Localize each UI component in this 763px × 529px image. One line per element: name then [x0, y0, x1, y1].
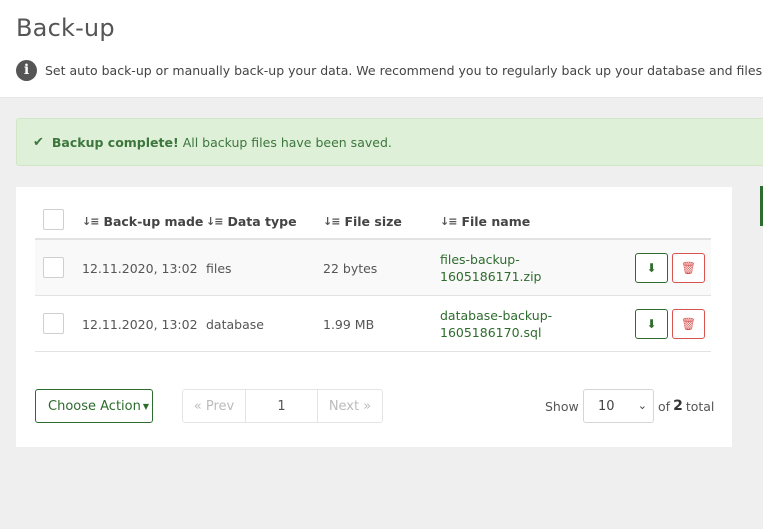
- column-file-name[interactable]: ↓≡ File name: [440, 203, 530, 240]
- info-icon: i: [16, 59, 37, 81]
- cell-file-name: database-backup-1605186170.sql: [440, 296, 570, 352]
- cell-data-type: files: [206, 260, 232, 276]
- alert-message: All backup files have been saved.: [182, 134, 392, 150]
- row-checkbox[interactable]: [43, 257, 64, 278]
- select-all-checkbox[interactable]: [43, 209, 64, 230]
- total-count: of 2 total: [658, 389, 714, 423]
- page-title: Back-up: [16, 14, 115, 42]
- column-backup-made[interactable]: ↓≡ Back-up made: [82, 203, 203, 240]
- table-header: ↓≡ Back-up made ↓≡ Data type ↓≡ File siz…: [35, 203, 711, 240]
- sort-icon: ↓≡: [440, 215, 457, 228]
- cell-backup-made: 12.11.2020, 13:02: [82, 260, 198, 276]
- caret-down-icon: ▼: [142, 401, 149, 411]
- choose-action-button[interactable]: Choose Action ▼: [35, 389, 153, 423]
- download-button[interactable]: ⬇: [635, 253, 668, 283]
- cell-data-type: database: [206, 316, 264, 332]
- total-suffix: total: [685, 398, 715, 414]
- page-header: Back-up i Set auto back-up or manually b…: [0, 0, 763, 98]
- table-row: 12.11.2020, 13:02 database 1.99 MB datab…: [35, 296, 711, 352]
- alert-title: Backup complete!: [51, 134, 179, 150]
- per-page-value: 10: [598, 398, 615, 414]
- next-page-button[interactable]: Next »: [318, 390, 382, 422]
- column-label: File size: [344, 214, 402, 229]
- delete-button[interactable]: 🗑: [672, 253, 705, 283]
- pagination: « Prev 1 Next »: [182, 389, 383, 423]
- per-page-select[interactable]: 10 ⌄: [583, 389, 654, 423]
- cell-backup-made: 12.11.2020, 13:02: [82, 316, 198, 332]
- total-prefix: of: [658, 398, 671, 414]
- cell-file-size: 22 bytes: [323, 260, 378, 276]
- choose-action-label: Choose Action: [48, 398, 141, 414]
- backup-table: ↓≡ Back-up made ↓≡ Data type ↓≡ File siz…: [35, 203, 711, 352]
- column-data-type[interactable]: ↓≡ Data type: [206, 203, 297, 240]
- column-file-size[interactable]: ↓≡ File size: [323, 203, 402, 240]
- column-label: File name: [461, 214, 531, 229]
- sort-icon: ↓≡: [82, 215, 99, 228]
- total-number: 2: [673, 398, 683, 414]
- page-number-input[interactable]: 1: [246, 390, 318, 422]
- download-button[interactable]: ⬇: [635, 309, 668, 339]
- info-banner: i Set auto back-up or manually back-up y…: [16, 58, 763, 82]
- sort-icon: ↓≡: [323, 215, 340, 228]
- row-checkbox[interactable]: [43, 313, 64, 334]
- sort-icon: ↓≡: [206, 215, 223, 228]
- prev-page-button[interactable]: « Prev: [183, 390, 246, 422]
- backup-panel: ↓≡ Back-up made ↓≡ Data type ↓≡ File siz…: [16, 187, 732, 447]
- show-label: Show: [545, 398, 579, 414]
- success-alert: ✔ Backup complete! All backup files have…: [16, 118, 763, 166]
- trash-icon: 🗑: [680, 317, 697, 331]
- cell-file-name: files-backup-1605186171.zip: [440, 240, 570, 296]
- file-name-link[interactable]: database-backup-1605186170.sql: [440, 307, 570, 341]
- check-icon: ✔: [33, 134, 44, 150]
- info-text: Set auto back-up or manually back-up you…: [45, 62, 763, 78]
- file-name-link[interactable]: files-backup-1605186171.zip: [440, 251, 570, 285]
- download-icon: ⬇: [646, 261, 657, 275]
- cell-file-size: 1.99 MB: [323, 316, 375, 332]
- column-label: Back-up made: [103, 214, 204, 229]
- column-label: Data type: [227, 214, 297, 229]
- download-icon: ⬇: [646, 317, 657, 331]
- delete-button[interactable]: 🗑: [672, 309, 705, 339]
- table-row: 12.11.2020, 13:02 files 22 bytes files-b…: [35, 240, 711, 296]
- trash-icon: 🗑: [680, 261, 697, 275]
- chevron-down-icon: ⌄: [637, 399, 647, 412]
